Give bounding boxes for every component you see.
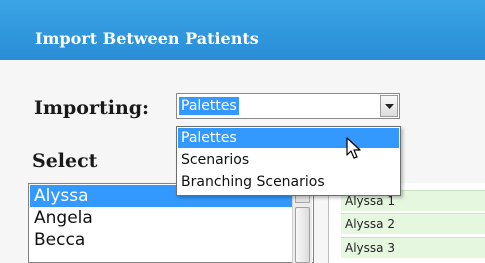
dropdown-arrow-button[interactable] <box>380 95 398 117</box>
select-label: Select <box>32 150 98 172</box>
list-item[interactable]: Alyssa 3 <box>341 237 485 258</box>
dialog-title: Import Between Patients <box>35 29 259 48</box>
dialog-titlebar: Import Between Patients <box>0 0 485 60</box>
importing-dropdown-menu: Palettes Scenarios Branching Scenarios <box>176 126 401 196</box>
scroll-thumb[interactable] <box>295 207 310 263</box>
menu-item-palettes[interactable]: Palettes <box>178 128 399 148</box>
mouse-pointer-icon <box>346 137 361 159</box>
menu-item-scenarios[interactable]: Scenarios <box>178 150 399 170</box>
importing-dropdown-value: Palettes <box>179 97 239 115</box>
importing-label: Importing: <box>34 97 150 119</box>
chevron-down-icon <box>385 104 394 109</box>
list-item[interactable]: Alyssa 2 <box>341 213 485 234</box>
vertical-scrollbar[interactable] <box>292 185 312 263</box>
importing-dropdown[interactable]: Palettes <box>176 93 400 119</box>
list-item-angela[interactable]: Angela <box>30 207 292 229</box>
menu-item-branching-scenarios[interactable]: Branching Scenarios <box>178 172 399 192</box>
list-item-becca[interactable]: Becca <box>30 229 292 251</box>
